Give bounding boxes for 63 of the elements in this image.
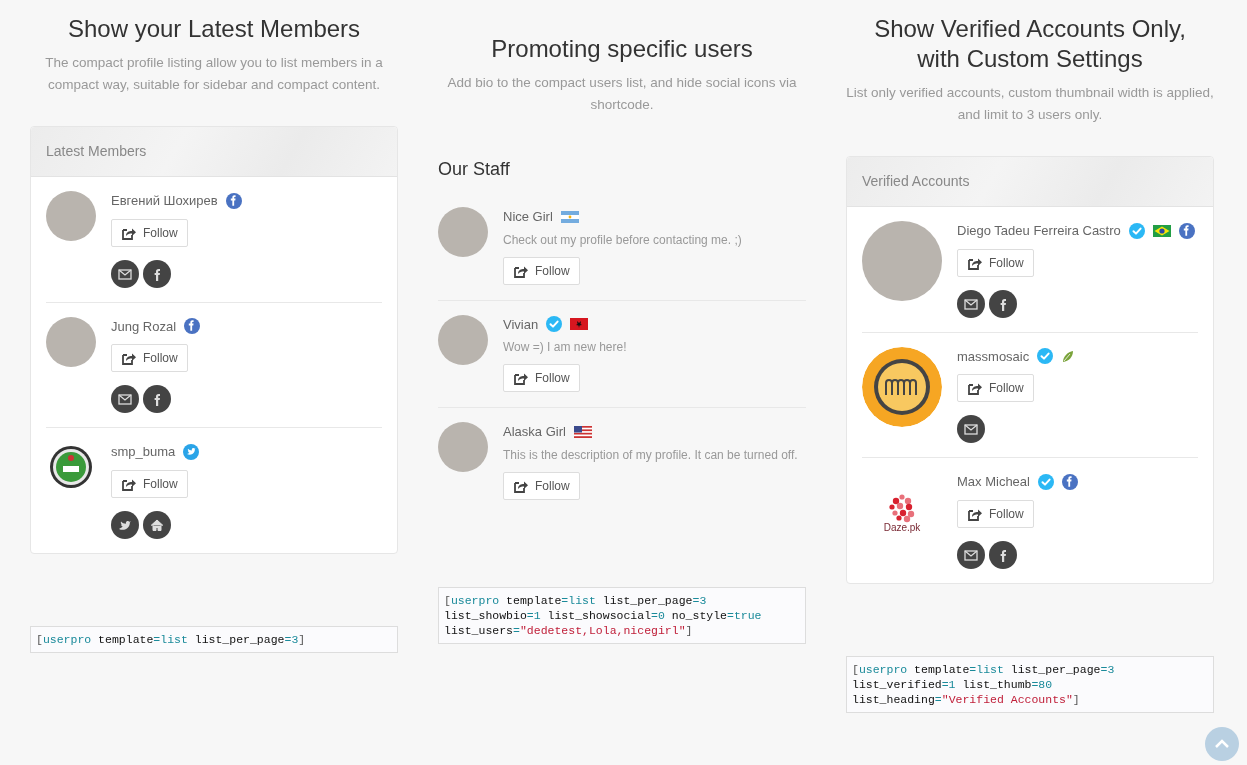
code-block: [userpro template=list list_per_page=3]	[30, 625, 398, 653]
section-heading: Show your Latest Members	[66, 14, 362, 44]
member-name: Vivian	[503, 315, 539, 334]
flag-icon	[1152, 224, 1171, 237]
envelope-icon	[963, 421, 979, 437]
section-description: List only verified accounts, custom thumbnail width is applied, and limit to 3 users only.	[846, 84, 1214, 124]
member-name: Diego Tadeu Ferreira Castro	[957, 222, 1121, 240]
follow-button[interactable]: Follow	[503, 471, 580, 500]
list-title: Our Staff	[438, 158, 511, 181]
follow-button[interactable]: Follow	[111, 469, 188, 498]
follow-button[interactable]: Follow	[957, 248, 1034, 277]
logo-drawing: Daze.pk	[862, 472, 942, 552]
member-bio: Check out my profile before contacting me. ;)	[503, 231, 743, 249]
photo-placeholder	[438, 207, 488, 257]
member-name: smp_buma	[111, 443, 176, 461]
follow-button[interactable]: Follow	[111, 344, 188, 372]
member-name: Jung Rozal	[111, 317, 177, 336]
twitter-button[interactable]	[111, 510, 139, 539]
photo-placeholder	[46, 191, 96, 241]
email-button[interactable]	[957, 540, 985, 569]
follow-button[interactable]: Follow	[957, 374, 1034, 402]
section-description: The compact profile listing allow you to list members in a compact way, suitable for sidebar and compact content.	[44, 54, 384, 94]
section-description: Add bio to the compact users list, and hide social icons via shortcode.	[446, 74, 798, 114]
follow-button[interactable]: Follow	[503, 364, 580, 392]
code-block: [userpro template=list list_per_page=3 list_verified=1 list_thumb=80 list_heading="Verified Accounts"]	[846, 655, 1214, 713]
section-heading: Promoting specific users	[490, 34, 754, 64]
photo-placeholder	[46, 316, 96, 367]
facebook-button[interactable]	[989, 540, 1017, 569]
website-button[interactable]	[143, 510, 171, 539]
facebook-icon	[225, 192, 242, 209]
facebook-button[interactable]	[989, 289, 1017, 318]
email-button[interactable]	[111, 259, 139, 288]
facebook-icon	[1178, 222, 1195, 239]
member-name: Alaska Girl	[503, 423, 566, 441]
card-heading: Verified Accounts	[847, 157, 1213, 207]
flag-icon	[560, 210, 579, 223]
member-name: Max Micheal	[957, 473, 1030, 491]
member-name: Nice Girl	[503, 208, 553, 226]
envelope-icon	[117, 391, 133, 407]
facebook-button[interactable]	[143, 259, 171, 288]
member-bio: This is the description of my profile. It can be turned off.	[503, 446, 799, 464]
facebook-button[interactable]	[143, 385, 171, 413]
member-name: massmosaic	[957, 347, 1030, 366]
card-heading: Latest Members	[31, 127, 397, 177]
twitter-icon	[183, 443, 200, 460]
flag-icon	[573, 425, 592, 438]
follow-button[interactable]: Follow	[957, 499, 1034, 528]
email-button[interactable]	[957, 415, 985, 443]
photo-placeholder	[438, 422, 488, 472]
follow-button[interactable]: Follow	[503, 256, 580, 285]
email-button[interactable]	[111, 385, 139, 413]
chevron-up-icon	[1215, 739, 1229, 749]
section-heading: Show Verified Accounts Only, with Custom Settings	[873, 14, 1187, 74]
facebook-icon	[184, 318, 201, 335]
facebook-icon	[1061, 473, 1078, 490]
flag-icon	[570, 318, 589, 331]
photo-placeholder	[438, 314, 488, 365]
member-name: Евгений Шохирев	[111, 192, 218, 210]
member-bio: Wow =) I am new here!	[503, 339, 628, 356]
email-button[interactable]	[957, 289, 985, 318]
code-block: [userpro template=list list_per_page=3 list_showbio=1 list_showsocial=0 no_style=true list_users="dedetest,Lola,nicegirl"]	[438, 586, 806, 644]
follow-button[interactable]: Follow	[111, 218, 188, 247]
leaf-icon	[1061, 349, 1076, 364]
